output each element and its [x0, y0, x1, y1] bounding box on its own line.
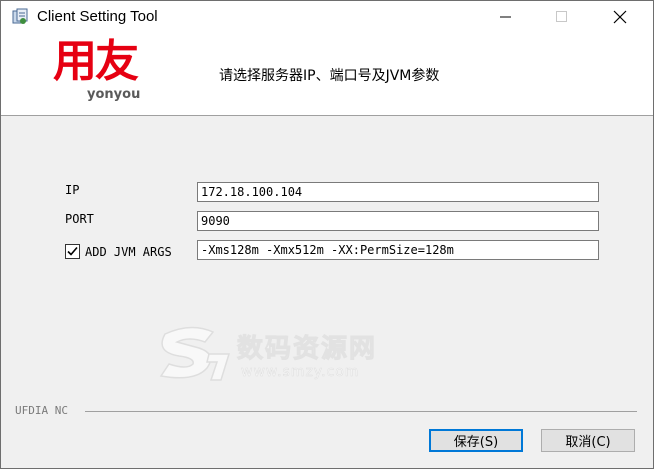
close-icon	[613, 10, 627, 24]
window-title: Client Setting Tool	[37, 8, 158, 25]
watermark-url: www.smzy.com	[241, 364, 360, 381]
watermark: 数码资源网 www.smzy.com	[151, 324, 411, 384]
watermark-logo-icon	[159, 326, 231, 381]
ip-input[interactable]	[197, 182, 599, 202]
save-button[interactable]: 保存(S)	[429, 429, 523, 452]
port-label: PORT	[65, 212, 94, 226]
minimize-icon	[500, 16, 511, 18]
logo-english-text: yonyou	[87, 87, 141, 102]
instruction-text: 请选择服务器IP、端口号及JVM参数	[219, 68, 440, 84]
close-button[interactable]	[597, 1, 643, 33]
header-banner: 用友 yonyou 请选择服务器IP、端口号及JVM参数	[1, 33, 653, 115]
yonyou-logo: 用友 yonyou	[53, 37, 153, 105]
maximize-button[interactable]	[539, 1, 585, 33]
app-icon	[11, 8, 29, 26]
port-input[interactable]	[197, 211, 599, 231]
watermark-text: 数码资源网	[236, 334, 378, 365]
client-setting-window: Client Setting Tool 用友 yonyou 请选择服务器IP、端…	[0, 0, 654, 469]
group-divider	[85, 411, 637, 412]
ip-label: IP	[65, 183, 80, 197]
minimize-button[interactable]	[483, 1, 529, 33]
jvm-args-input[interactable]	[197, 240, 599, 260]
settings-panel: IP PORT ADD JVM ARGS 数码资源网 www.smzy.com …	[1, 116, 653, 468]
maximize-icon	[556, 11, 567, 22]
checkmark-icon	[67, 246, 78, 256]
cancel-button[interactable]: 取消(C)	[541, 429, 635, 452]
add-jvm-args-checkbox[interactable]	[65, 244, 80, 259]
jvm-args-label[interactable]: ADD JVM ARGS	[85, 245, 172, 259]
group-label: UFDIA NC	[15, 404, 72, 417]
logo-chinese-text: 用友	[53, 36, 139, 87]
title-bar[interactable]: Client Setting Tool	[1, 1, 653, 33]
